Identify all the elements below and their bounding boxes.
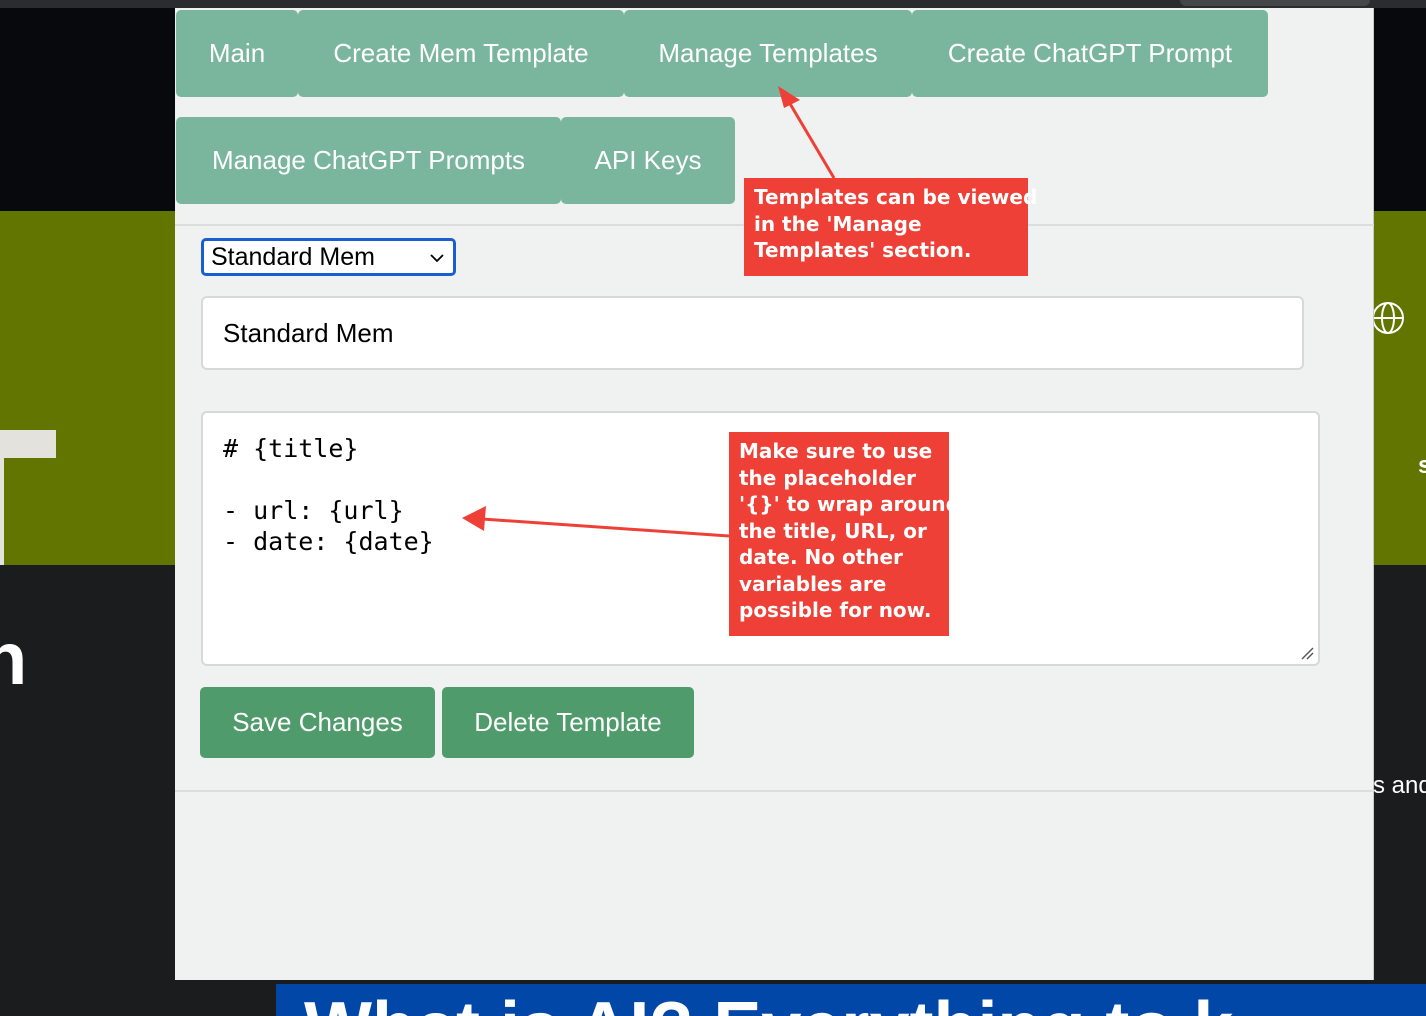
background-banner-text: What is AI? Everything to k — [304, 992, 1233, 1016]
callout-line: possible for now. — [739, 598, 932, 622]
callout-line: date. No other — [739, 545, 903, 569]
callout-line: '{}' to wrap around — [739, 492, 960, 516]
background-blue-banner: What is AI? Everything to k — [276, 984, 1426, 1016]
callout-line: the title, URL, or — [739, 518, 927, 543]
template-name-input[interactable]: Standard Mem — [201, 296, 1304, 370]
template-select[interactable]: Standard Mem — [201, 238, 456, 276]
placeholder-callout: Make sure to use the placeholder '{}' to… — [729, 432, 960, 636]
template-body-line: - url: {url} — [223, 496, 404, 525]
browser-top-pill — [1180, 0, 1370, 6]
tab-create-mem-template[interactable]: Create Mem Template — [298, 10, 624, 97]
manage-templates-callout: Templates can be viewed in the 'Manage T… — [744, 178, 1038, 276]
callout-line: Templates' section. — [754, 238, 972, 262]
resize-grip-icon[interactable] — [1300, 646, 1314, 660]
template-select-value: Standard Mem — [211, 242, 375, 271]
delete-template-button[interactable]: Delete Template — [442, 687, 694, 758]
background-hero-glyph — [0, 430, 56, 458]
background-heading-fragment: n — [0, 617, 28, 700]
section-divider — [175, 790, 1374, 792]
callout-line: Make sure to use — [739, 439, 933, 463]
callout-line: Templates can be viewed — [754, 185, 1038, 209]
tab-create-chatgpt-prompt[interactable]: Create ChatGPT Prompt — [912, 10, 1268, 97]
globe-icon — [1372, 302, 1404, 334]
callout-line: in the 'Manage — [754, 211, 922, 236]
callout-line: variables are — [739, 571, 887, 596]
tab-manage-templates[interactable]: Manage Templates — [624, 10, 912, 97]
background-partial-text: s and — [1373, 772, 1426, 799]
background-hero-glyph-stem — [0, 430, 4, 565]
template-body-line: - date: {date} — [223, 527, 434, 556]
save-changes-button[interactable]: Save Changes — [200, 687, 435, 758]
background-text-fragment: s — [1418, 452, 1426, 479]
callout-line: the placeholder — [739, 465, 916, 490]
template-body-line: # {title} — [223, 434, 359, 463]
tab-main[interactable]: Main — [176, 10, 298, 97]
tab-api-keys[interactable]: API Keys — [561, 117, 735, 204]
tab-manage-chatgpt-prompts[interactable]: Manage ChatGPT Prompts — [176, 117, 561, 204]
chevron-down-icon — [430, 254, 444, 263]
